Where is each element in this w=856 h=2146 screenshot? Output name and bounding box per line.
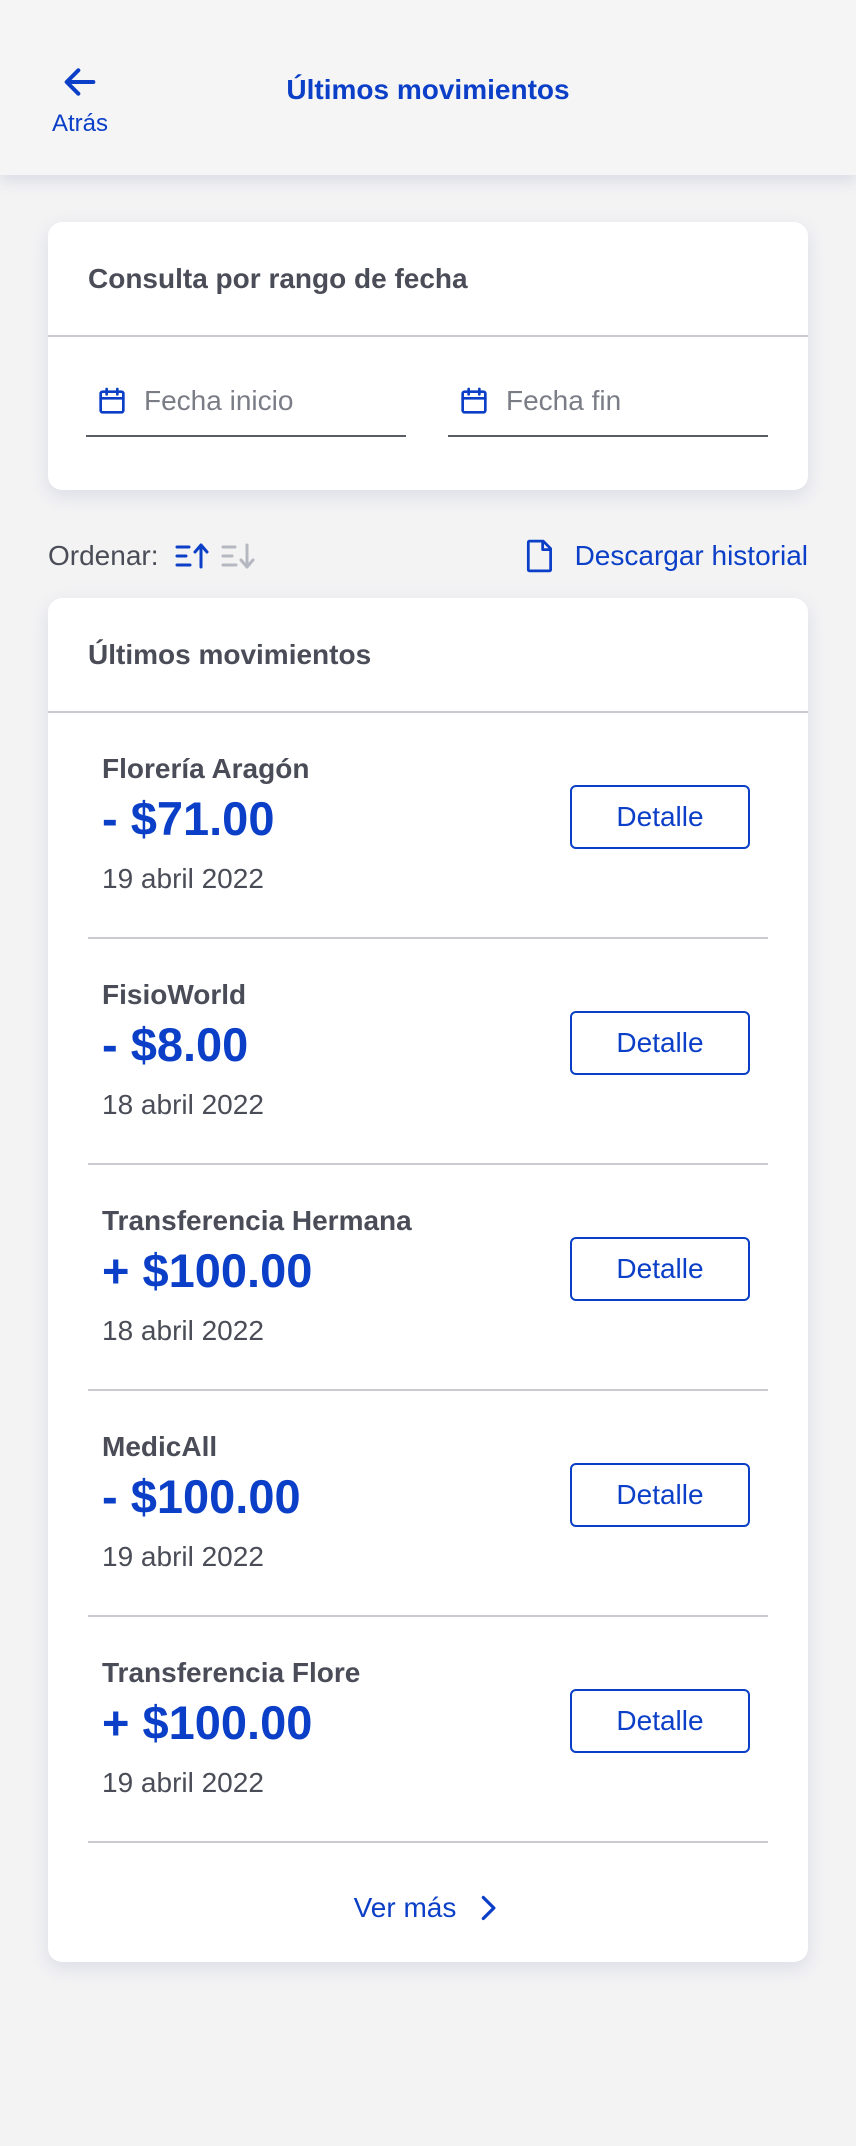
movement-date: 19 abril 2022 [102,1767,264,1798]
start-date-field[interactable]: Fecha inicio [86,367,406,437]
chevron-right-icon [482,1895,496,1921]
detail-button[interactable]: Detalle [570,1689,750,1753]
download-history-link[interactable]: Descargar historial [525,539,808,573]
date-range-card: Consulta por rango de fecha Fecha inicio… [48,222,808,490]
movement-name: Transferencia Flore [102,1657,361,1688]
sort-ascending-icon[interactable] [175,540,211,572]
date-fields: Fecha inicio Fecha fin [48,337,808,488]
movement-amount: + $100.00 [102,1244,313,1297]
movements-title: Últimos movimientos [48,598,808,713]
calendar-icon [99,387,125,414]
top-app-bar: Atrás Últimos movimientos [0,0,856,175]
movements-card: Últimos movimientos Florería Aragón - $7… [48,598,808,1962]
see-more-label: Ver más [353,1892,457,1923]
detail-button[interactable]: Detalle [570,1463,750,1527]
movement-name: Florería Aragón [102,753,310,784]
date-range-title: Consulta por rango de fecha [48,222,808,337]
movement-amount: - $8.00 [102,1018,249,1071]
end-date-field[interactable]: Fecha fin [448,367,768,437]
download-history-label: Descargar historial [574,540,808,571]
list-toolbar: Ordenar: Descargar historial [48,536,808,576]
detail-button[interactable]: Detalle [570,1237,750,1301]
movement-name: FisioWorld [102,979,247,1010]
movement-date: 18 abril 2022 [102,1315,264,1346]
page-title: Últimos movimientos [286,74,570,105]
list-item: Transferencia Hermana + $100.00 18 abril… [88,1165,768,1391]
movement-name: MedicAll [102,1431,218,1462]
detail-button[interactable]: Detalle [570,1011,750,1075]
list-item: FisioWorld - $8.00 18 abril 2022 Detalle [88,939,768,1165]
document-icon [526,539,552,573]
start-date-placeholder: Fecha inicio [144,385,294,416]
movement-name: Transferencia Hermana [102,1205,412,1236]
movement-date: 19 abril 2022 [102,1541,264,1572]
movement-date: 18 abril 2022 [102,1089,264,1120]
movement-amount: - $71.00 [102,792,275,845]
order-label: Ordenar: [48,540,159,571]
list-item: Florería Aragón - $71.00 19 abril 2022 D… [88,713,768,939]
movement-date: 19 abril 2022 [102,863,264,894]
list-item: Transferencia Flore + $100.00 19 abril 2… [88,1617,768,1843]
movement-amount: + $100.00 [102,1696,313,1749]
calendar-icon [461,387,487,414]
detail-button[interactable]: Detalle [570,785,750,849]
movement-amount: - $100.00 [102,1470,301,1523]
see-more-link[interactable]: Ver más [48,1888,808,1928]
list-item: MedicAll - $100.00 19 abril 2022 Detalle [88,1391,768,1617]
back-label: Atrás [51,110,108,137]
sort-descending-icon[interactable] [221,540,257,572]
end-date-placeholder: Fecha fin [506,385,622,416]
